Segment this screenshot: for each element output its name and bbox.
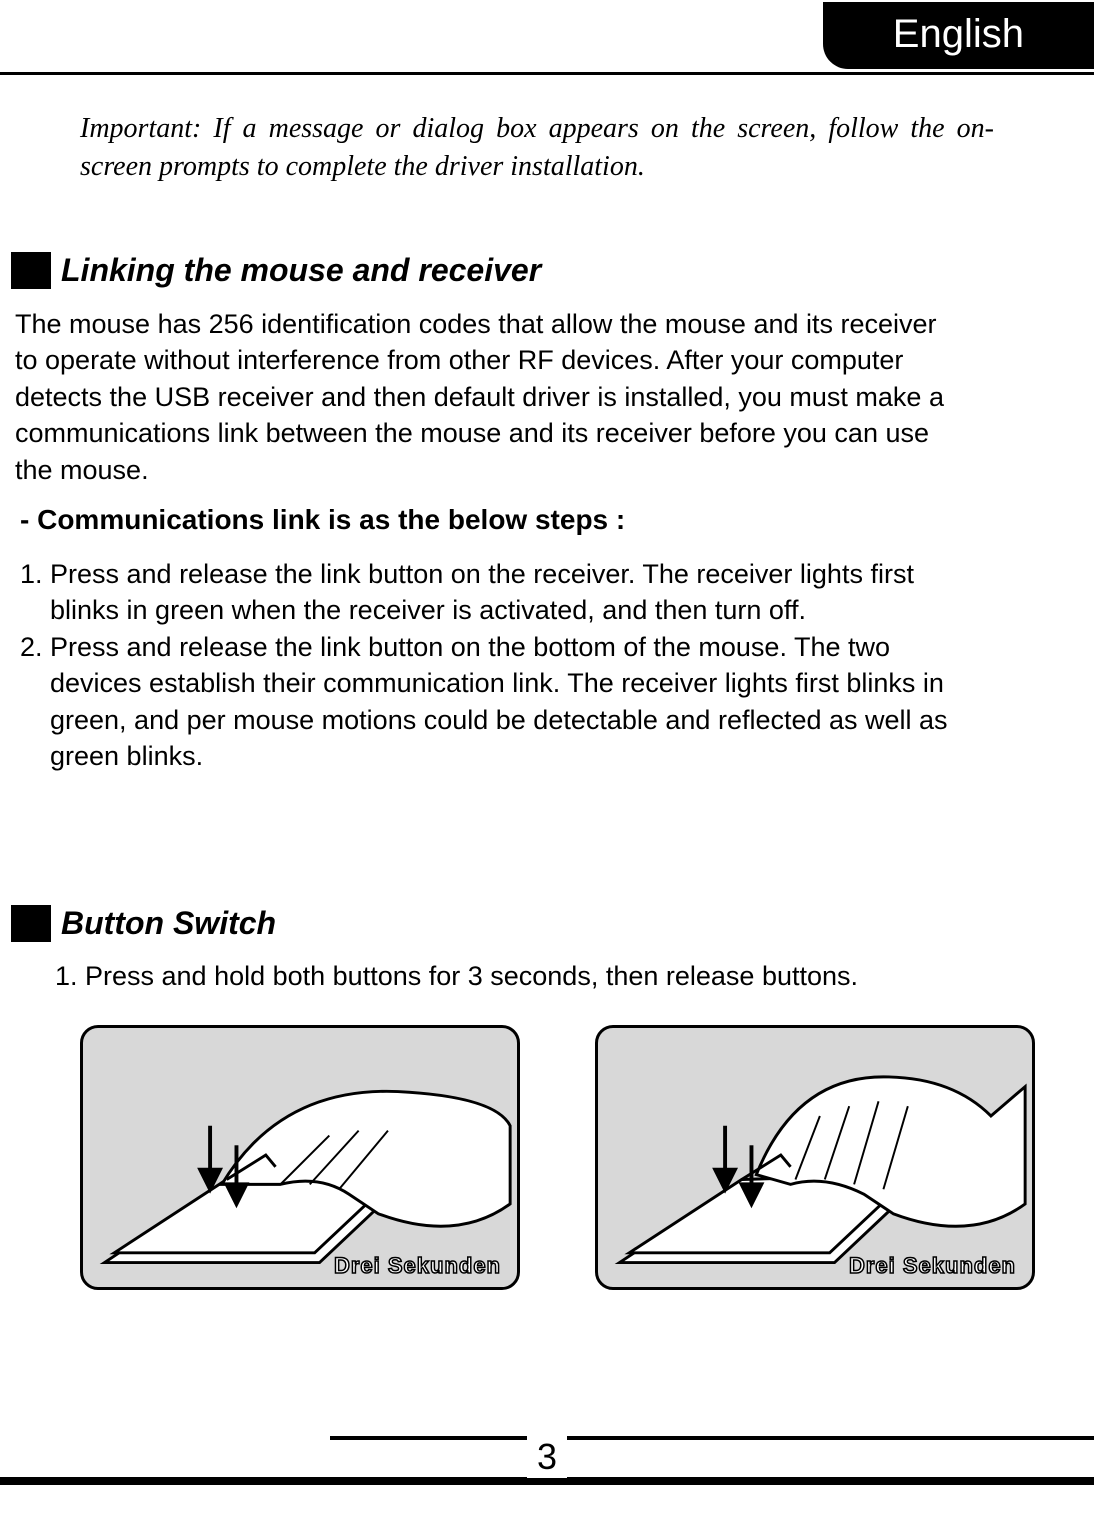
illustrations-row: Drei Sekunden Drei Sekunden [80, 1025, 1064, 1290]
illustration-label: Drei Sekunden [334, 1253, 501, 1279]
bullet-box-icon [11, 252, 51, 289]
footer-line-thick [0, 1477, 1094, 1485]
hand-mouse-icon [598, 1028, 1032, 1287]
important-note: Important: If a message or dialog box ap… [80, 110, 994, 186]
language-tab: English [823, 2, 1094, 69]
section1-body: The mouse has 256 identification codes t… [15, 306, 944, 488]
bullet-box-icon [11, 905, 51, 942]
section-heading-linking: Linking the mouse and receiver [11, 252, 541, 289]
section1-subheading: - Communications link is as the below st… [20, 504, 625, 536]
heading-text: Button Switch [61, 905, 276, 942]
illustration-label: Drei Sekunden [849, 1253, 1016, 1279]
list-item: Press and release the link button on the… [50, 629, 989, 775]
section-heading-button-switch: Button Switch [11, 905, 276, 942]
section1-steps-list: Press and release the link button on the… [15, 556, 989, 775]
list-item: Press and release the link button on the… [50, 556, 989, 629]
footer-line-thin [330, 1436, 1094, 1440]
hand-mouse-icon [83, 1028, 517, 1287]
list-item: Press and hold both buttons for 3 second… [85, 958, 1044, 994]
heading-text: Linking the mouse and receiver [61, 252, 541, 289]
header-line [0, 72, 1094, 75]
page-number: 3 [527, 1436, 567, 1478]
illustration-right: Drei Sekunden [595, 1025, 1035, 1290]
illustration-left: Drei Sekunden [80, 1025, 520, 1290]
section2-steps-list: Press and hold both buttons for 3 second… [50, 958, 1044, 994]
